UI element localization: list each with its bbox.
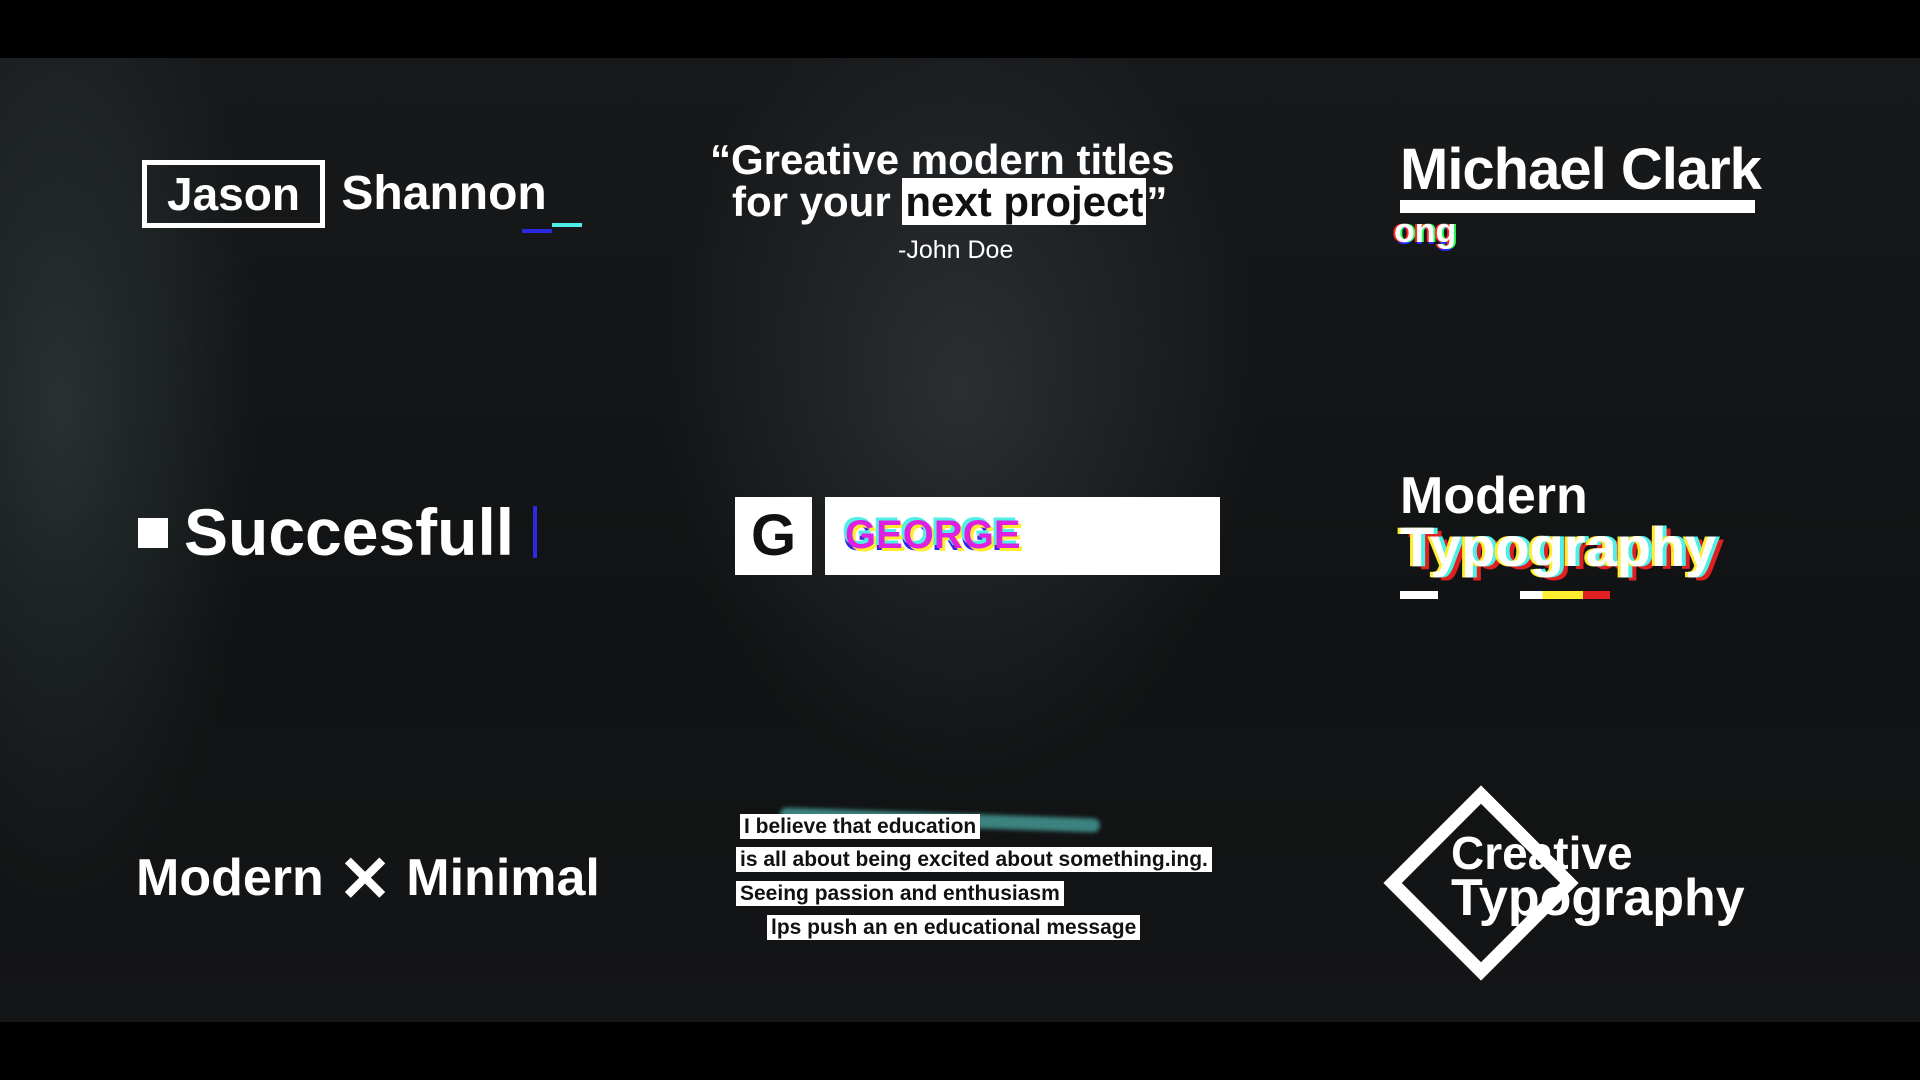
initial-letter: G [750,503,797,568]
typography-line-2: Typography [1451,869,1745,927]
jason-shannon-title: Jason Shannon [142,160,547,228]
michael-clark-name: Michael Clark [1400,137,1762,202]
quote-line-2: for your next project” [732,178,1167,226]
quote-author: -John Doe [898,236,1014,264]
name-bar: GEORGE [825,497,1220,575]
quote-close: ” [1146,178,1168,225]
quote-prefix: for your [732,178,891,225]
quote-highlight: next project [902,178,1147,225]
paragraph-line: is all about being excited about somethi… [736,847,1212,872]
accent-bar-glitch [1520,591,1610,599]
accent-bar [1400,591,1438,599]
paragraph-line: I believe that education [740,814,981,839]
cursor-line [533,506,537,558]
accent-line [552,223,582,227]
paragraph-line: lps push an en educational message [767,915,1141,940]
x-cross-icon: ✕ [338,843,392,915]
letterbox-top [0,0,1920,58]
last-name: Shannon [341,167,547,220]
successfull-title: Succesfull [184,495,515,569]
paragraph-line: Seeing passion and enthusiasm [736,881,1064,906]
letterbox-bottom [0,1022,1920,1080]
modern-minimal-title: Modern ✕ Minimal [136,842,600,917]
accent-line [522,229,552,233]
typography-line: Typography [1400,515,1717,578]
initial-box: G [735,497,812,575]
quote-line-1: “Greative modern titles [710,136,1175,183]
square-bullet [138,518,168,548]
minimal-word: Minimal [406,849,600,907]
glitch-subtitle: ong [1394,212,1457,250]
modern-word: Modern [136,849,324,907]
first-name-box: Jason [142,160,325,228]
glitch-name: GEORGE [845,513,1021,557]
